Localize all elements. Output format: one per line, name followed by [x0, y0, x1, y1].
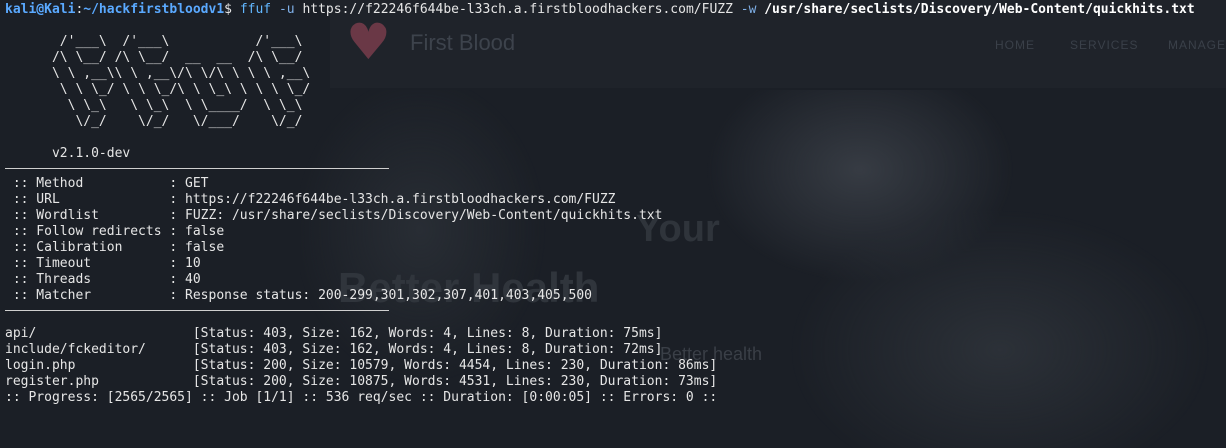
config-key: :: URL :	[5, 192, 186, 207]
banner-line: /\ \__/ /\ \__/ __ __ /\ \__/	[5, 50, 358, 65]
progress-status: :: Progress: [2565/2565] :: Job [1/1] ::…	[5, 390, 718, 405]
config-value: false	[185, 240, 225, 255]
config-value: false	[185, 224, 225, 239]
config-calibration: :: Calibration : false	[5, 240, 1226, 256]
result-row: login.php [Status: 200, Size: 10579, Wor…	[5, 358, 1226, 374]
banner-line: \ \ ,__\\ \ ,__\/\ \/\ \ \ \ ,__\	[5, 66, 358, 81]
config-value: GET	[185, 176, 209, 191]
result-path: api/	[5, 326, 193, 341]
config-value: 40	[185, 272, 201, 287]
config-timeout: :: Timeout : 10	[5, 256, 1226, 272]
results-list: api/ [Status: 403, Size: 162, Words: 4, …	[5, 326, 1226, 390]
terminal-output[interactable]: kali@Kali:~/hackfirstbloodv1$ ffuf -u ht…	[5, 2, 1226, 406]
result-row: register.php [Status: 200, Size: 10875, …	[5, 374, 1226, 390]
config-matcher: :: Matcher : Response status: 200-299,30…	[5, 288, 1226, 304]
config-threads: :: Threads : 40	[5, 272, 1226, 288]
config-follow-redirects: :: Follow redirects : false	[5, 224, 1226, 240]
command-wordlist: /usr/share/seclists/Discovery/Web-Conten…	[764, 2, 1195, 17]
config-key: :: Matcher :	[5, 288, 186, 303]
command-flag-w: -w	[740, 2, 757, 17]
prompt-user-host: kali@Kali	[5, 2, 76, 17]
banner-line: /'___\ /'___\ /'___\	[5, 34, 358, 49]
result-path: register.php	[5, 374, 193, 389]
banner-line: \ \ \_/ \ \ \_/\ \ \_\ \ \ \ \_/	[5, 82, 358, 97]
banner-line: \ \_\ \ \_\ \ \____/ \ \_\	[5, 98, 358, 113]
divider	[5, 310, 389, 311]
command-flag-u: -u	[278, 2, 295, 17]
result-row: api/ [Status: 403, Size: 162, Words: 4, …	[5, 326, 1226, 342]
config-key: :: Follow redirects :	[5, 224, 186, 239]
prompt-path: ~/hackfirstbloodv1	[83, 2, 225, 17]
config-key: :: Wordlist :	[5, 208, 186, 223]
version-text: v2.1.0-dev	[5, 146, 131, 161]
config-wordlist: :: Wordlist : FUZZ: /usr/share/seclists/…	[5, 208, 1226, 224]
result-info: [Status: 403, Size: 162, Words: 4, Lines…	[192, 326, 663, 341]
divider	[5, 168, 389, 169]
banner-line: \/_/ \/_/ \/___/ \/_/	[5, 114, 358, 129]
command-url: https://f22246f644be-l33ch.a.firstbloodh…	[302, 2, 733, 17]
ffuf-ascii-banner: /'___\ /'___\ /'___\ /\ \__/ /\ \__/ __ …	[5, 34, 1226, 130]
config-value: Response status: 200-299,301,302,307,401…	[185, 288, 593, 303]
config-key: :: Threads :	[5, 272, 186, 287]
config-value: 10	[185, 256, 201, 271]
config-url: :: URL : https://f22246f644be-l33ch.a.fi…	[5, 192, 1226, 208]
prompt-symbol: $	[224, 2, 232, 17]
config-method: :: Method : GET	[5, 176, 1226, 192]
config-value: FUZZ: /usr/share/seclists/Discovery/Web-…	[185, 208, 663, 223]
config-key: :: Calibration :	[5, 240, 186, 255]
config-key: :: Timeout :	[5, 256, 186, 271]
command-line: kali@Kali:~/hackfirstbloodv1$ ffuf -u ht…	[5, 2, 1226, 18]
config-key: :: Method :	[5, 176, 186, 191]
command-name: ffuf	[239, 2, 272, 17]
result-path: include/fckeditor/	[5, 342, 193, 357]
result-info: [Status: 403, Size: 162, Words: 4, Lines…	[192, 342, 663, 357]
config-value: https://f22246f644be-l33ch.a.firstbloodh…	[185, 192, 616, 207]
result-info: [Status: 200, Size: 10579, Words: 4454, …	[192, 358, 718, 373]
result-info: [Status: 200, Size: 10875, Words: 4531, …	[192, 374, 718, 389]
config-list: :: Method : GET :: URL : https://f22246f…	[5, 176, 1226, 304]
result-path: login.php	[5, 358, 193, 373]
result-row: include/fckeditor/ [Status: 403, Size: 1…	[5, 342, 1226, 358]
